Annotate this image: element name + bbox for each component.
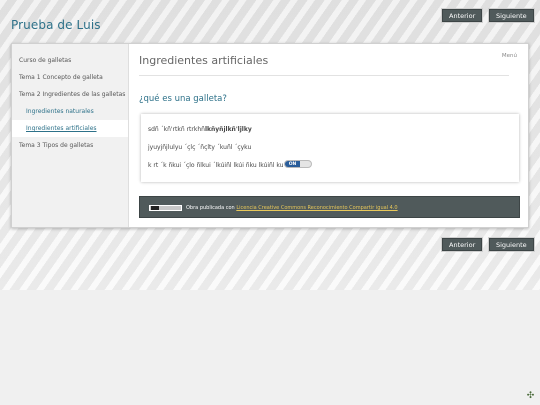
section-title: ¿qué es una galleta? [139,94,227,104]
toggle-on-label: ON [285,161,300,167]
sidebar: Curso de galletas Tema 1 Concepto de gal… [12,44,129,227]
box-line-3: k rt ´k ñkui ´çlo ñlkui ´lkúiñl lkúi ñku… [148,162,284,169]
license-bar: Obra publicada con Licencia Creative Com… [139,196,520,218]
sidebar-item-course[interactable]: Curso de galletas [12,52,128,69]
sidebar-item-naturales[interactable]: Ingredientes naturales [12,103,128,120]
menu-link[interactable]: Menú [502,53,517,59]
cc-by-sa-badge-icon[interactable] [149,205,182,211]
box-line-1: sdñ ´kñ'rtkñ rtrkhñlkñyñjlkñ'ljlky [148,126,252,133]
prev-button-top[interactable]: Anterior [442,9,483,22]
sidebar-item-tema2[interactable]: Tema 2 Ingredientes de las galletas [12,86,128,103]
sidebar-item-tema3[interactable]: Tema 3 Tipos de galletas [12,137,128,154]
license-link[interactable]: Licencia Creative Commons Reconocimiento… [236,205,397,211]
sidebar-item-tema1[interactable]: Tema 1 Concepto de galleta [12,69,128,86]
title-divider [139,75,509,76]
sidebar-item-artificiales[interactable]: Ingredientes artificiales [12,120,128,137]
license-text: Obra publicada con Licencia Creative Com… [186,205,398,211]
site-title: Prueba de Luis [11,18,101,32]
content-box: sdñ ´kñ'rtkñ rtrkhñlkñyñjlkñ'ljlky jyuyj… [141,114,519,182]
page-title: Ingredientes artificiales [139,54,269,67]
next-button-top[interactable]: Siguiente [489,9,534,22]
box-line-2: jyuyjñjlulyu ´çlç ´ñçlty ´kuñl ´çyku [148,144,252,151]
puzzle-icon[interactable]: ✣ [525,391,536,402]
main-panel: Curso de galletas Tema 1 Concepto de gal… [11,43,529,228]
content-area: Ingredientes artificiales Menú ¿qué es u… [129,44,529,227]
prev-button-bottom[interactable]: Anterior [442,238,483,251]
on-toggle[interactable]: ON [284,160,312,168]
box-line-1-text: sdñ ´kñ'rtkñ rtrkhñ [148,126,205,133]
page-background [0,290,540,405]
next-button-bottom[interactable]: Siguiente [489,238,534,251]
box-line-1-bold: lkñyñjlkñ'ljlky [204,126,252,133]
license-prefix: Obra publicada con [186,205,235,211]
